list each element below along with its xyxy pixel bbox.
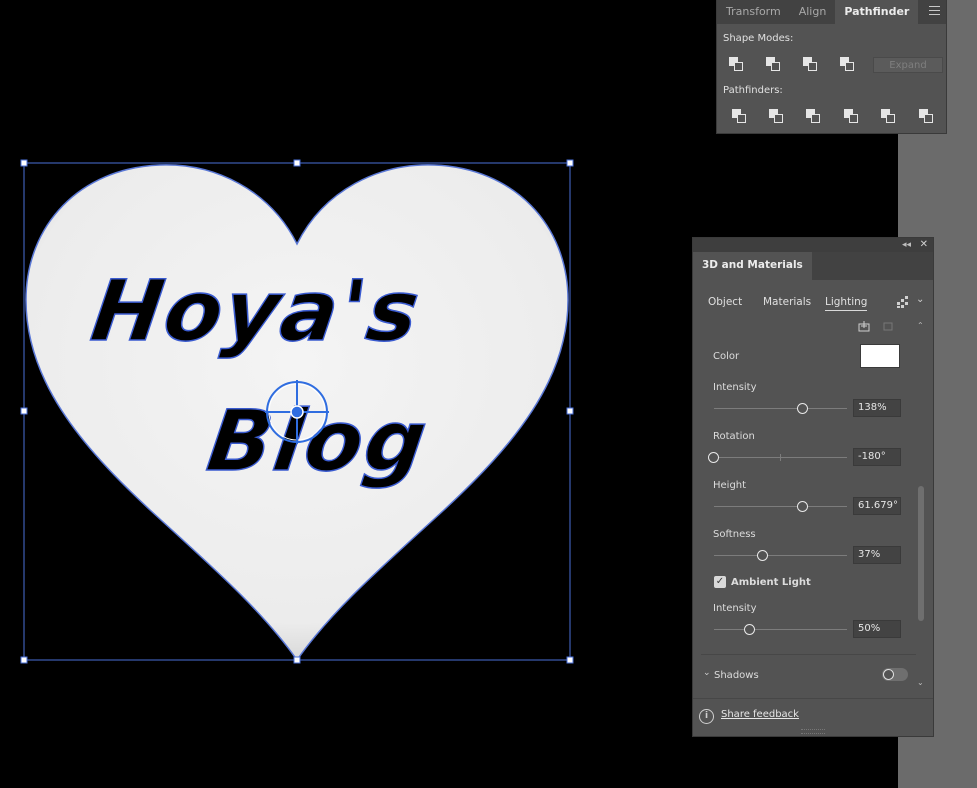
section-divider xyxy=(701,654,916,655)
tab-3d-materials[interactable]: 3D and Materials xyxy=(693,252,812,280)
exclude-icon[interactable] xyxy=(840,57,854,71)
outline-icon[interactable] xyxy=(881,109,895,123)
intensity-slider-thumb[interactable] xyxy=(797,403,809,414)
ambient-light-label: Ambient Light xyxy=(731,577,811,588)
pathfinder-panel: Transform Align Pathfinder Shape Modes: … xyxy=(716,0,947,134)
minus-back-icon[interactable] xyxy=(919,109,933,123)
close-icon[interactable]: ✕ xyxy=(920,238,928,252)
trim-icon[interactable] xyxy=(769,109,783,123)
ambient-intensity-slider-thumb[interactable] xyxy=(743,624,755,635)
color-label: Color xyxy=(713,351,740,362)
crop-icon[interactable] xyxy=(844,109,858,123)
panel-header-bar: ◂◂ ✕ xyxy=(693,238,933,252)
height-label: Height xyxy=(713,480,747,491)
rotation-field[interactable]: -180° xyxy=(853,448,901,466)
softness-slider-thumb[interactable] xyxy=(757,550,769,561)
rotation-label: Rotation xyxy=(713,431,755,442)
tab-materials[interactable]: Materials xyxy=(763,296,811,308)
panel-scrollbar[interactable]: ⌃ ⌄ xyxy=(917,321,925,687)
scrollbar-thumb[interactable] xyxy=(918,486,924,621)
footer-divider xyxy=(693,698,933,699)
render-preset-icon[interactable] xyxy=(896,295,910,309)
chevron-down-icon[interactable]: ⌄ xyxy=(916,294,924,305)
intensity-field[interactable]: 138% xyxy=(853,399,901,417)
shadows-label[interactable]: Shadows xyxy=(714,670,759,681)
shape-modes-label: Shape Modes: xyxy=(723,33,794,44)
softness-field[interactable]: 37% xyxy=(853,546,901,564)
intensity-label: Intensity xyxy=(713,382,757,393)
rotation-slider-thumb[interactable] xyxy=(708,452,719,463)
divide-icon[interactable] xyxy=(732,109,746,123)
height-slider-thumb[interactable] xyxy=(797,501,809,512)
height-field[interactable]: 61.679° xyxy=(853,497,901,515)
resize-grip[interactable] xyxy=(801,729,825,734)
info-icon: i xyxy=(699,709,714,724)
3d-materials-panel: ◂◂ ✕ 3D and Materials Object Materials L… xyxy=(692,237,934,737)
unite-icon[interactable] xyxy=(729,57,743,71)
ambient-intensity-label: Intensity xyxy=(713,603,757,614)
ambient-intensity-slider[interactable] xyxy=(714,624,847,635)
pathfinders-label: Pathfinders: xyxy=(723,85,783,96)
pathfinder-tabbar: Transform Align Pathfinder xyxy=(717,0,946,24)
scroll-down-icon[interactable]: ⌄ xyxy=(917,678,924,687)
tab-object[interactable]: Object xyxy=(708,296,742,308)
merge-icon[interactable] xyxy=(806,109,820,123)
tab-lighting[interactable]: Lighting xyxy=(825,296,868,311)
tab-align[interactable]: Align xyxy=(790,0,836,24)
share-feedback-link[interactable]: Share feedback xyxy=(721,709,799,720)
ambient-intensity-field[interactable]: 50% xyxy=(853,620,901,638)
shadows-toggle-knob xyxy=(883,669,894,680)
add-light-icon[interactable] xyxy=(858,321,870,332)
intensity-slider[interactable] xyxy=(714,403,847,414)
shadows-chevron-icon[interactable]: ⌄ xyxy=(703,668,711,678)
logo-line-1: Hoya's xyxy=(86,262,427,360)
softness-label: Softness xyxy=(713,529,756,540)
panel-tabbar: 3D and Materials xyxy=(693,252,933,280)
height-slider[interactable] xyxy=(714,501,847,512)
rotation-center-tick xyxy=(780,454,781,461)
artboard-artwork[interactable]: Hoya's Blog xyxy=(0,0,600,700)
logo-line-2: Blog xyxy=(202,392,434,490)
intersect-icon[interactable] xyxy=(803,57,817,71)
tab-pathfinder[interactable]: Pathfinder xyxy=(835,0,919,24)
scroll-up-icon[interactable]: ⌃ xyxy=(917,321,924,330)
shadows-toggle[interactable] xyxy=(882,668,908,681)
ambient-light-checkbox[interactable]: ✓ xyxy=(714,576,726,588)
minus-front-icon[interactable] xyxy=(766,57,780,71)
collapse-panel-icon[interactable]: ◂◂ xyxy=(902,238,911,252)
panel-menu-icon[interactable] xyxy=(929,6,940,15)
softness-slider[interactable] xyxy=(714,550,847,561)
delete-light-icon[interactable] xyxy=(883,322,893,331)
tab-transform[interactable]: Transform xyxy=(717,0,790,24)
light-color-swatch[interactable] xyxy=(860,344,900,368)
expand-button[interactable]: Expand xyxy=(873,57,943,73)
rotation-slider[interactable] xyxy=(708,452,847,463)
